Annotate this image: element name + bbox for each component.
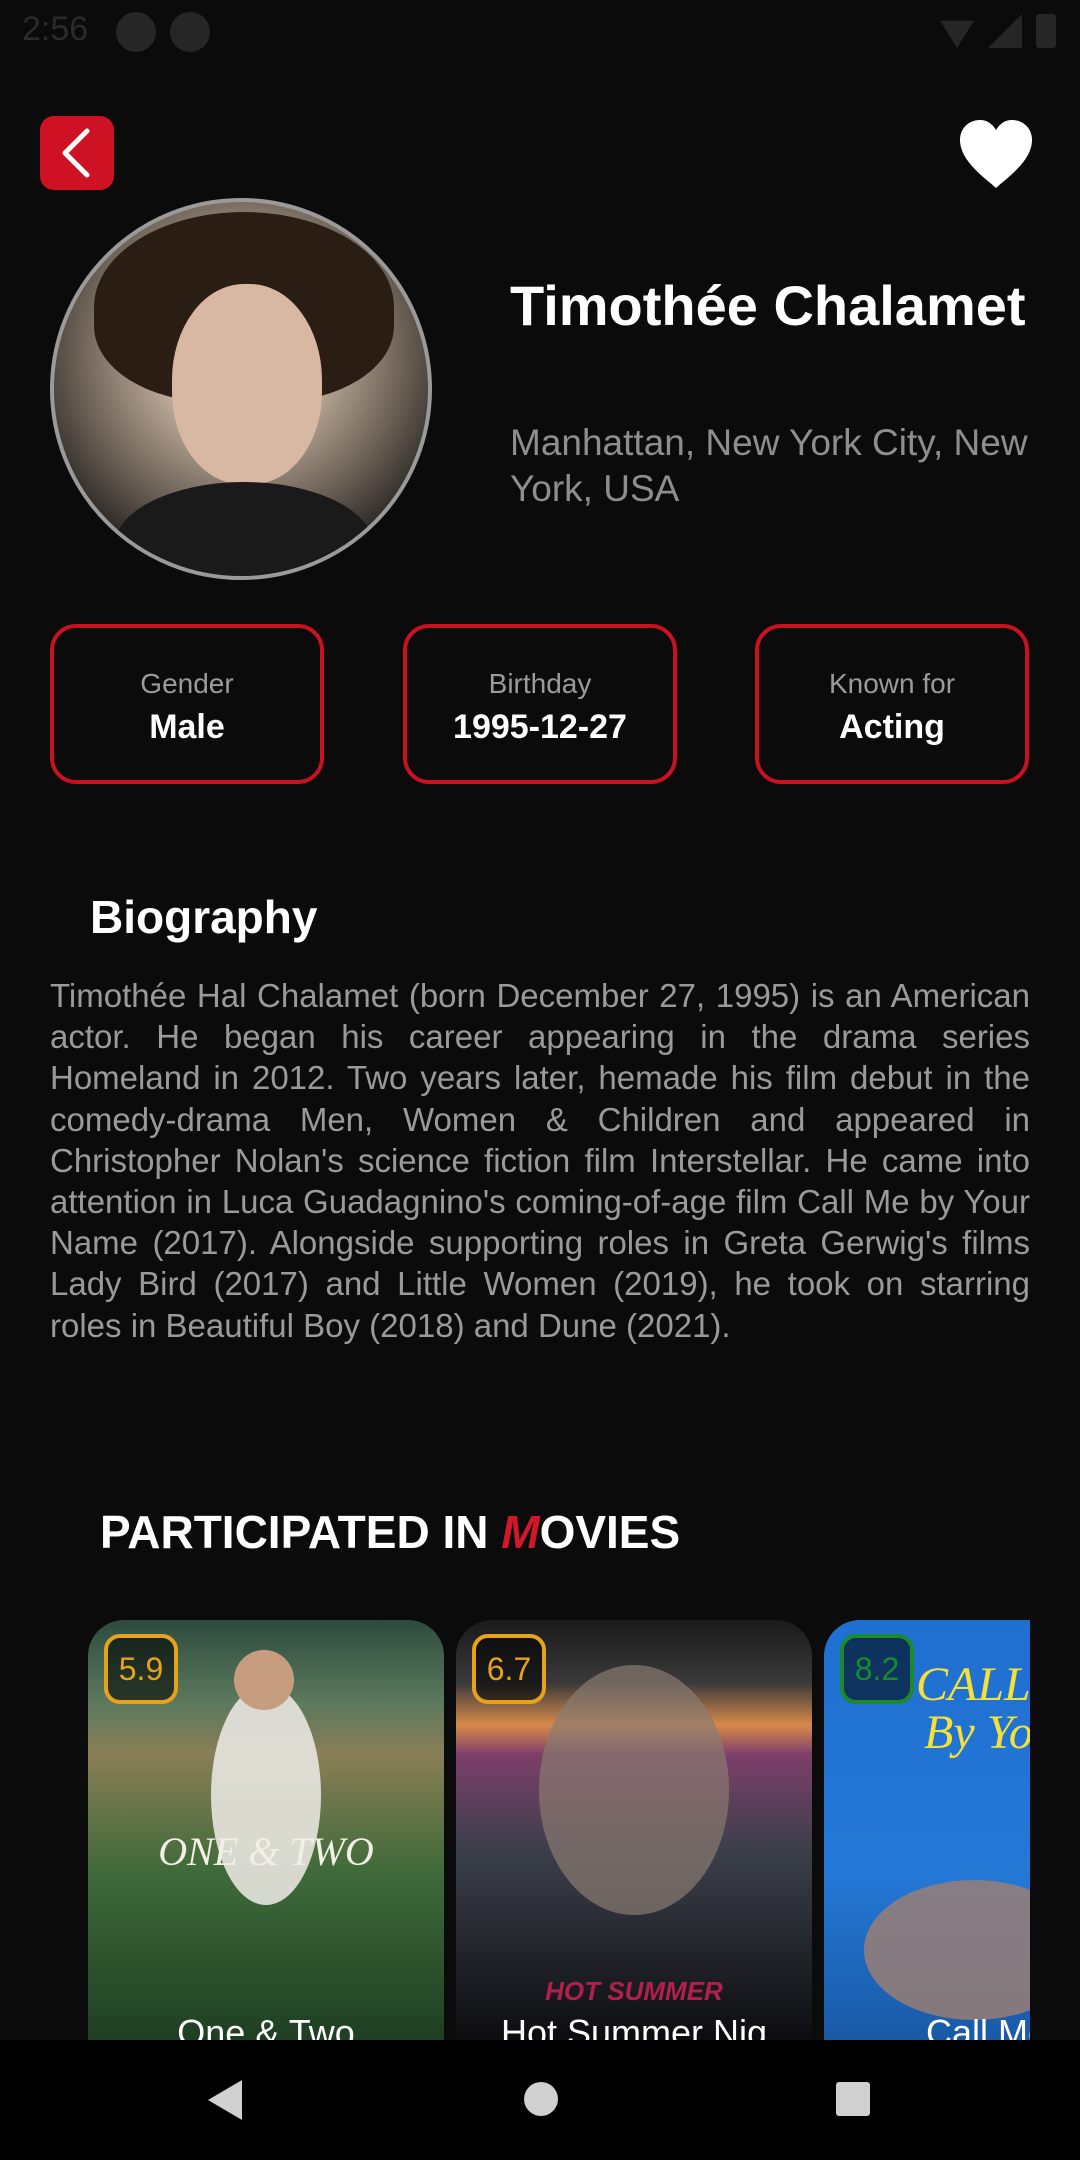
info-card-gender: Gender Male <box>50 624 324 784</box>
movies-section-heading: PARTICIPATED IN MOVIES <box>100 1505 680 1559</box>
person-name: Timothée Chalamet <box>510 274 1026 337</box>
chevron-left-icon <box>62 128 90 178</box>
rating-value: 6.7 <box>486 1650 532 1687</box>
rating-value: 8.2 <box>854 1650 900 1687</box>
home-circle-icon[interactable] <box>522 2080 560 2118</box>
info-value: Acting <box>839 708 945 746</box>
movie-title: Call Me b <box>925 2012 1030 2040</box>
back-button[interactable] <box>40 116 114 190</box>
rating-value: 5.9 <box>118 1650 164 1687</box>
movie-card[interactable]: ONE & TWO 5.9 One & Two <box>88 1620 444 2040</box>
svg-text:HOT SUMMER: HOT SUMMER <box>545 1976 723 2006</box>
notification-icon <box>116 12 156 52</box>
favorite-button[interactable] <box>958 118 1034 190</box>
back-triangle-icon[interactable] <box>204 2078 244 2122</box>
movies-heading-part: OVIES <box>539 1506 681 1558</box>
signal-icon <box>988 14 1022 48</box>
info-card-birthday: Birthday 1995-12-27 <box>403 624 677 784</box>
status-time: 2:56 <box>22 10 89 48</box>
status-notification-icons <box>116 12 210 52</box>
status-bar: 2:56 <box>0 0 1080 66</box>
info-label: Birthday <box>488 668 592 699</box>
rating-badge: 8.2 <box>840 1634 914 1704</box>
movie-title: One & Two <box>177 2012 355 2040</box>
info-label: Known for <box>828 668 956 699</box>
movies-heading-accent-letter: M <box>501 1506 540 1558</box>
wifi-icon <box>940 20 974 48</box>
info-card-known-for: Known for Acting <box>755 624 1029 784</box>
movie-card[interactable]: HOT SUMMER 6.7 Hot Summer Nig <box>456 1620 812 2040</box>
movies-carousel[interactable]: ONE & TWO 5.9 One & Two HOT SUMMER 6.7 H… <box>88 1620 1030 2040</box>
svg-text:CALL ME: CALL ME <box>916 1658 1030 1711</box>
status-system-icons <box>940 14 1056 48</box>
info-label: Gender <box>140 668 234 699</box>
rating-badge: 5.9 <box>104 1634 178 1704</box>
info-value: Male <box>149 708 225 746</box>
movie-title: Hot Summer Nig <box>500 2012 768 2040</box>
biography-heading: Biography <box>90 891 318 943</box>
movie-card[interactable]: CALL ME By You 8.2 Call Me b <box>824 1620 1030 2040</box>
svg-text:ONE & TWO: ONE & TWO <box>158 1829 374 1874</box>
biography-text: Timothée Hal Chalamet (born December 27,… <box>50 977 1030 1344</box>
movies-heading-part: PARTICIPATED IN <box>100 1506 502 1558</box>
rating-badge: 6.7 <box>472 1634 546 1704</box>
person-location: Manhattan, New York City, New York, USA <box>510 422 1028 509</box>
battery-icon <box>1036 14 1056 48</box>
notification-icon <box>170 12 210 52</box>
recents-square-icon[interactable] <box>834 2080 872 2118</box>
svg-text:By You: By You <box>924 1706 1030 1759</box>
info-value: 1995-12-27 <box>453 708 627 746</box>
heart-icon <box>960 120 1032 188</box>
system-navigation-bar <box>0 2040 1080 2160</box>
profile-avatar <box>50 198 432 580</box>
